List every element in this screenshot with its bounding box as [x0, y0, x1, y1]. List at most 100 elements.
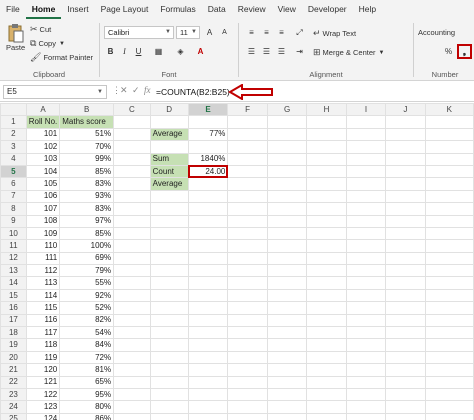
cell-e2[interactable]: 77% — [187, 127, 229, 142]
cell-a9[interactable]: 108 — [25, 214, 61, 228]
cell-i7[interactable] — [345, 189, 387, 204]
cell-g19[interactable] — [266, 338, 308, 352]
cell-j19[interactable] — [385, 338, 426, 352]
cell-h8[interactable] — [306, 202, 347, 216]
cell-h12[interactable] — [306, 251, 347, 266]
cell-b8[interactable]: 83% — [59, 202, 115, 216]
cell-j11[interactable] — [385, 239, 426, 253]
cell-g13[interactable] — [266, 264, 308, 278]
cell-e5[interactable]: 24.00 — [187, 164, 229, 179]
cell-c20[interactable] — [113, 350, 151, 365]
cell-g7[interactable] — [266, 189, 308, 204]
merge-center-button[interactable]: ⊞ Merge & Center ▼ — [313, 47, 384, 58]
cell-j12[interactable] — [385, 251, 426, 266]
cell-f16[interactable] — [227, 301, 268, 315]
cell-g24[interactable] — [266, 400, 308, 414]
cell-f20[interactable] — [227, 350, 268, 365]
cell-g9[interactable] — [266, 214, 308, 228]
italic-icon[interactable]: I — [118, 45, 131, 58]
cell-k25[interactable] — [424, 412, 474, 420]
cell-a4[interactable]: 103 — [25, 152, 61, 166]
cell-k5[interactable] — [424, 164, 474, 179]
cell-h17[interactable] — [306, 313, 347, 328]
row-header[interactable]: 20 — [0, 350, 27, 365]
cell-k6[interactable] — [424, 177, 474, 191]
align-center-icon[interactable]: ☰ — [260, 45, 273, 58]
cell-k17[interactable] — [424, 313, 474, 328]
paste-button[interactable]: Paste — [6, 23, 25, 52]
cell-j23[interactable] — [385, 387, 426, 402]
cell-k22[interactable] — [424, 375, 474, 390]
column-header-e[interactable]: E — [187, 102, 229, 117]
cell-c9[interactable] — [113, 214, 151, 228]
cell-d12[interactable] — [149, 251, 189, 266]
cell-i3[interactable] — [345, 140, 387, 154]
cell-h18[interactable] — [306, 326, 347, 340]
cell-h2[interactable] — [306, 127, 347, 142]
cell-i11[interactable] — [345, 239, 387, 253]
cell-b17[interactable]: 82% — [59, 313, 115, 328]
cell-c11[interactable] — [113, 239, 151, 253]
cell-a22[interactable]: 121 — [25, 375, 61, 390]
cell-b18[interactable]: 54% — [59, 326, 115, 340]
cell-a5[interactable]: 104 — [25, 164, 61, 179]
tab-page-layout[interactable]: Page Layout — [95, 2, 155, 19]
cell-d3[interactable] — [149, 140, 189, 154]
cell-g17[interactable] — [266, 313, 308, 328]
cell-h19[interactable] — [306, 338, 347, 352]
cell-j15[interactable] — [385, 288, 426, 303]
cell-b6[interactable]: 83% — [59, 177, 115, 191]
tab-insert[interactable]: Insert — [61, 2, 94, 19]
cell-e11[interactable] — [187, 239, 229, 253]
cell-d25[interactable] — [149, 412, 189, 420]
cell-c19[interactable] — [113, 338, 151, 352]
row-header[interactable]: 8 — [0, 202, 27, 216]
cell-f7[interactable] — [227, 189, 268, 204]
row-header[interactable]: 5 — [0, 164, 27, 179]
cell-j13[interactable] — [385, 264, 426, 278]
row-header[interactable]: 3 — [0, 140, 27, 154]
cell-i17[interactable] — [345, 313, 387, 328]
cell-c25[interactable] — [113, 412, 151, 420]
cell-g12[interactable] — [266, 251, 308, 266]
tab-developer[interactable]: Developer — [302, 2, 353, 19]
cell-b16[interactable]: 52% — [59, 301, 115, 315]
cell-b1[interactable]: Maths score — [59, 115, 115, 129]
cell-e4[interactable]: 1840% — [187, 152, 229, 166]
cell-i14[interactable] — [345, 276, 387, 290]
cell-e21[interactable] — [187, 363, 229, 377]
cell-c6[interactable] — [113, 177, 151, 191]
align-left-icon[interactable]: ☰ — [245, 45, 258, 58]
cell-h20[interactable] — [306, 350, 347, 365]
cell-j2[interactable] — [385, 127, 426, 142]
cell-k7[interactable] — [424, 189, 474, 204]
cell-i25[interactable] — [345, 412, 387, 420]
tab-formulas[interactable]: Formulas — [154, 2, 201, 19]
cell-c7[interactable] — [113, 189, 151, 204]
cell-k18[interactable] — [424, 326, 474, 340]
cell-h5[interactable] — [306, 164, 347, 179]
column-header-h[interactable]: H — [306, 102, 347, 117]
cell-k10[interactable] — [424, 226, 474, 241]
cell-j24[interactable] — [385, 400, 426, 414]
tab-file[interactable]: File — [0, 2, 26, 19]
cell-c13[interactable] — [113, 264, 151, 278]
cell-c3[interactable] — [113, 140, 151, 154]
borders-icon[interactable]: ▦ — [152, 45, 165, 58]
wrap-text-button[interactable]: ↵ Wrap Text — [313, 28, 356, 39]
cell-b13[interactable]: 79% — [59, 264, 115, 278]
cell-j9[interactable] — [385, 214, 426, 228]
cell-c18[interactable] — [113, 326, 151, 340]
cell-g2[interactable] — [266, 127, 308, 142]
cell-a15[interactable]: 114 — [25, 288, 61, 303]
cell-j14[interactable] — [385, 276, 426, 290]
font-size-dropdown[interactable]: 11 ▼ — [176, 26, 200, 39]
enter-icon[interactable]: ✓ — [132, 85, 140, 96]
orientation-icon[interactable]: ⤢ — [293, 26, 306, 39]
cell-b5[interactable]: 85% — [59, 164, 115, 179]
column-header-b[interactable]: B — [59, 102, 115, 117]
cell-d24[interactable] — [149, 400, 189, 414]
cell-i15[interactable] — [345, 288, 387, 303]
cell-f9[interactable] — [227, 214, 268, 228]
cell-d8[interactable] — [149, 202, 189, 216]
